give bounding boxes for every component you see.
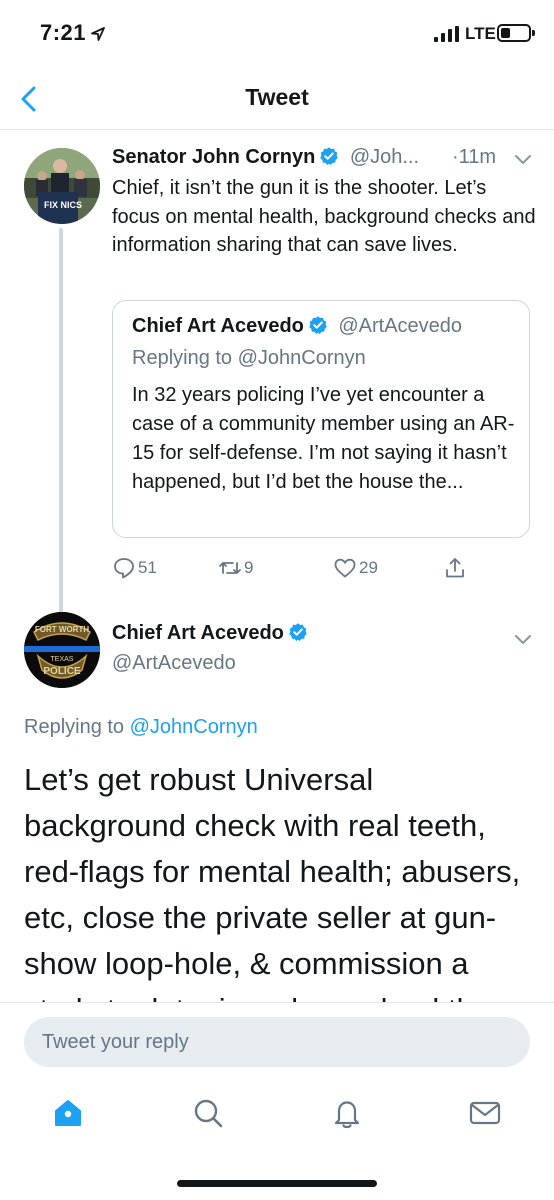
battery-icon: [497, 24, 535, 42]
tweet-reply-input[interactable]: [24, 1017, 530, 1067]
reply-tweet-text: Let’s get robust Universal background ch…: [24, 762, 521, 1002]
share-action[interactable]: [443, 556, 467, 582]
replying-to-handle-link[interactable]: @JohnCornyn: [130, 716, 258, 738]
tab-search[interactable]: [191, 1096, 225, 1130]
network-type: LTE: [465, 24, 496, 43]
reply-author-handle: @ArtAcevedo: [112, 652, 236, 674]
chevron-down-icon[interactable]: [514, 154, 532, 166]
badge-top-text: FORT WORTH: [34, 625, 90, 634]
replying-to-prefix: Replying to: [24, 716, 130, 738]
retweet-icon: [219, 562, 241, 574]
status-bar: 7:21 LTE: [0, 0, 554, 70]
badge-bottom-text: POLICE: [43, 666, 81, 677]
reply-action[interactable]: 51: [112, 556, 157, 582]
retweet-count: 9: [244, 558, 254, 577]
avatar-sign-text: FIX NICS: [44, 200, 83, 210]
avatar-chief-acevedo[interactable]: FORT WORTH TEXAS POLICE: [24, 612, 100, 688]
quoted-tweet-text: In 32 years policing I’ve yet encounter …: [132, 384, 515, 493]
retweet-action[interactable]: 9: [218, 556, 253, 582]
tweet-time: ·11m: [452, 146, 497, 168]
tab-messages[interactable]: [468, 1096, 502, 1130]
location-arrow-icon: [91, 27, 105, 41]
chevron-down-icon[interactable]: [514, 634, 532, 646]
avatar-senator-cornyn[interactable]: FIX NICS: [24, 148, 100, 224]
avatar-photo: [24, 148, 100, 224]
reply-count: 51: [138, 558, 157, 577]
share-icon: [446, 558, 464, 578]
tab-home[interactable]: [51, 1096, 85, 1130]
author-handle: @Joh...: [349, 146, 420, 168]
quoted-author-name: Chief Art Acevedo: [132, 315, 304, 337]
home-icon: [55, 1100, 81, 1126]
reply-author-line: Chief Art Acevedo: [112, 622, 308, 645]
cellular-signal-icon: [434, 26, 459, 42]
notifications-icon: [334, 1101, 360, 1129]
reply-icon: [114, 558, 134, 579]
badge-middle-text: TEXAS: [50, 656, 74, 663]
replying-to: Replying to @JohnCornyn: [24, 716, 258, 739]
tweet-text: Chief, it isn’t the gun it is the shoote…: [112, 177, 536, 256]
like-count: 29: [359, 558, 378, 577]
quoted-tweet-card[interactable]: Chief Art Acevedo @ArtAcevedo Replying t…: [112, 300, 530, 538]
reply-author-name[interactable]: Chief Art Acevedo: [112, 622, 284, 644]
author-name[interactable]: Senator John Cornyn: [112, 146, 315, 168]
heart-icon: [334, 558, 356, 578]
thread-connector-line: [59, 228, 63, 613]
tab-notifications[interactable]: [330, 1096, 364, 1130]
nav-bar: Tweet: [0, 70, 554, 130]
quoted-replying-to: Replying to @JohnCornyn: [132, 347, 366, 369]
messages-icon: [469, 1101, 501, 1125]
search-icon: [194, 1099, 223, 1128]
verified-badge-icon: [309, 316, 327, 334]
like-action[interactable]: 29: [333, 556, 378, 582]
home-indicator[interactable]: [177, 1180, 377, 1187]
quoted-tweet-header: Chief Art Acevedo @ArtAcevedo: [132, 315, 462, 338]
quoted-author-handle: @ArtAcevedo: [338, 315, 463, 337]
reply-composer-bar: [0, 1002, 554, 1082]
tab-bar: [0, 1082, 554, 1200]
page-title: Tweet: [245, 84, 309, 110]
status-time: 7:21: [40, 20, 87, 45]
verified-badge-icon: [289, 623, 307, 641]
verified-badge-icon: [320, 147, 339, 165]
